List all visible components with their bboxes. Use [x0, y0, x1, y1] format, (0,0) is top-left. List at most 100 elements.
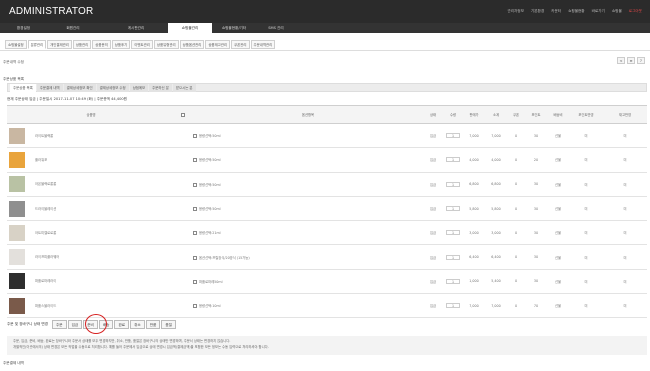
- product-name-link[interactable]: 퍼퓸스블라이드: [35, 304, 56, 308]
- tab-orderer[interactable]: 주문하신 분: [149, 84, 172, 92]
- product-thumbnail[interactable]: [9, 273, 25, 290]
- sub-tab-orders[interactable]: 주문내역관리: [250, 40, 276, 49]
- list-button[interactable]: ≡: [627, 57, 635, 64]
- help-button[interactable]: ?: [637, 57, 645, 64]
- tab-shop-memo[interactable]: 상점메모: [129, 84, 149, 92]
- row-check-cell: [175, 220, 193, 246]
- select-all-checkbox[interactable]: [181, 112, 185, 117]
- col-select-all[interactable]: [175, 105, 193, 124]
- tab-recipient[interactable]: 받으시는 분: [172, 84, 196, 92]
- sub-tab-categories[interactable]: 분류관리: [27, 40, 47, 49]
- product-name-link[interactable]: 아몬블랙로롱롱: [35, 182, 56, 186]
- price-cell: 4,000: [463, 147, 485, 173]
- row-check-cell: [175, 269, 193, 295]
- main-tab-members[interactable]: 회원관리: [42, 23, 104, 33]
- table-header: 상품명 옵션항목 상태 수량 판매가 소계 쿠폰 포인트 배송비 포인트반영 재…: [7, 105, 647, 124]
- main-tab-settings[interactable]: 환경설정: [5, 23, 42, 33]
- option-checkbox[interactable]: [193, 207, 197, 212]
- option-checkbox[interactable]: [193, 304, 197, 309]
- top-link-basic-settings[interactable]: 기본환경: [531, 9, 544, 14]
- sub-tab-product-qna[interactable]: 상품문의: [92, 40, 111, 49]
- product-name-link[interactable]: 라이프피플라웨어: [35, 255, 59, 259]
- main-tab-shop-admin[interactable]: 쇼핑몰관리: [168, 23, 212, 33]
- sub-tab-products[interactable]: 상품관리: [72, 40, 92, 49]
- col-qty: 수량: [443, 105, 463, 124]
- product-thumbnail[interactable]: [9, 297, 25, 314]
- product-thumbnail[interactable]: [9, 200, 25, 217]
- qty-input[interactable]: 1: [446, 181, 460, 187]
- option-checkbox[interactable]: [193, 134, 197, 139]
- option-cell: 용량선택:50ml: [193, 147, 423, 173]
- sub-tab-product-types[interactable]: 상품유형관리: [153, 40, 179, 49]
- top-link-shortcut[interactable]: 바로가기: [592, 9, 605, 14]
- stock-applied-cell: 미: [603, 123, 647, 149]
- main-tab-boards[interactable]: 게시판관리: [104, 23, 168, 33]
- qty-input[interactable]: 1: [446, 133, 460, 139]
- sub-tab-coupons[interactable]: 쿠폰관리: [231, 40, 250, 49]
- product-cell: 라이프피플라웨어: [7, 244, 175, 270]
- product-name-link[interactable]: 플라워포: [35, 158, 47, 162]
- product-thumbnail[interactable]: [9, 176, 25, 193]
- logout-link[interactable]: 로그아웃: [629, 9, 642, 14]
- tab-order-items[interactable]: 주문상품 목록: [10, 84, 36, 92]
- point-applied-cell: 미: [569, 269, 603, 295]
- coupon-cell: 0: [507, 293, 525, 319]
- stock-applied-cell: 미: [603, 244, 647, 270]
- main-tab-sms[interactable]: SMS 관리: [256, 23, 296, 33]
- row-check-cell: [175, 147, 193, 173]
- back-button[interactable]: <: [617, 57, 625, 64]
- top-link-admin-info[interactable]: 관리자정보: [507, 9, 524, 14]
- qty-input[interactable]: 1: [446, 230, 460, 236]
- status-soldout-button[interactable]: 품절: [161, 320, 176, 329]
- price-cell: 7,000: [463, 293, 485, 319]
- product-name-link[interactable]: 아트미젤로로롱: [35, 231, 56, 235]
- product-thumbnail[interactable]: [9, 127, 25, 144]
- option-checkbox[interactable]: [193, 182, 197, 187]
- qty-cell: 1: [443, 172, 463, 197]
- product-thumbnail[interactable]: [9, 151, 25, 168]
- shipping-cell: 선불: [547, 147, 569, 173]
- tab-payment-history[interactable]: 주문결제 내역: [36, 84, 63, 92]
- tab-payment-detail-edit[interactable]: 결제상세정보 수정: [96, 84, 129, 92]
- sub-tab-product-options[interactable]: 상품옵션관리: [179, 40, 205, 49]
- top-link-shop-status[interactable]: 쇼핑몰현황: [568, 9, 585, 14]
- option-checkbox[interactable]: [193, 231, 197, 236]
- qty-input[interactable]: 1: [446, 278, 460, 284]
- sub-tab-shop-settings[interactable]: 쇼핑몰설정: [5, 40, 27, 49]
- product-thumbnail[interactable]: [9, 224, 25, 241]
- product-thumbnail[interactable]: [9, 249, 25, 266]
- status-cancel-button[interactable]: 취소: [130, 320, 145, 329]
- status-order-button[interactable]: 주문: [51, 320, 67, 329]
- top-link-shop[interactable]: 쇼핑몰: [612, 9, 622, 14]
- qty-input[interactable]: 1: [446, 254, 460, 260]
- subtotal-cell: 4,000: [485, 147, 507, 173]
- product-name-link[interactable]: 라이트블랙롱: [35, 134, 53, 138]
- qty-input[interactable]: 1: [446, 206, 460, 212]
- option-checkbox[interactable]: [193, 279, 197, 284]
- qty-cell: 1: [443, 244, 463, 270]
- status-return-button[interactable]: 반품: [145, 320, 161, 329]
- sub-tab-personal-payment[interactable]: 개인결제관리: [47, 40, 72, 49]
- status-deposit-button[interactable]: 입금: [67, 320, 83, 329]
- qty-input[interactable]: 1: [446, 157, 460, 163]
- app-logo[interactable]: ADMINISTRATOR: [9, 6, 93, 17]
- status-complete-button[interactable]: 완료: [114, 320, 130, 329]
- table-row: 드라이블레이션 용량선택:50ml 입금 1 5,800 5,800 0 30 선불 미 미: [7, 196, 647, 222]
- product-name-link[interactable]: 드라이블레이션: [35, 207, 56, 211]
- product-name-link[interactable]: 퍼퓸로마레라이: [35, 279, 56, 283]
- option-checkbox[interactable]: [193, 255, 197, 260]
- sub-tab-reviews[interactable]: 상품후기: [111, 40, 131, 49]
- qty-input[interactable]: 1: [446, 303, 460, 309]
- top-link-counter[interactable]: 카운터: [551, 9, 561, 14]
- point-applied-cell: 미: [569, 123, 603, 149]
- sub-tab-stock[interactable]: 상품재고관리: [205, 40, 231, 49]
- row-check-cell: [175, 123, 193, 149]
- sub-tab-events[interactable]: 이벤트관리: [131, 40, 153, 49]
- tab-payment-detail-view[interactable]: 결제상세정보 확인: [63, 84, 96, 92]
- option-checkbox[interactable]: [193, 158, 197, 163]
- coupon-cell: 0: [507, 244, 525, 270]
- stock-applied-cell: 미: [603, 220, 647, 246]
- main-tab-shop-status[interactable]: 쇼핑몰현황/기타: [212, 23, 256, 33]
- subtotal-cell: 6,400: [485, 244, 507, 270]
- qty-cell: 1: [443, 123, 463, 149]
